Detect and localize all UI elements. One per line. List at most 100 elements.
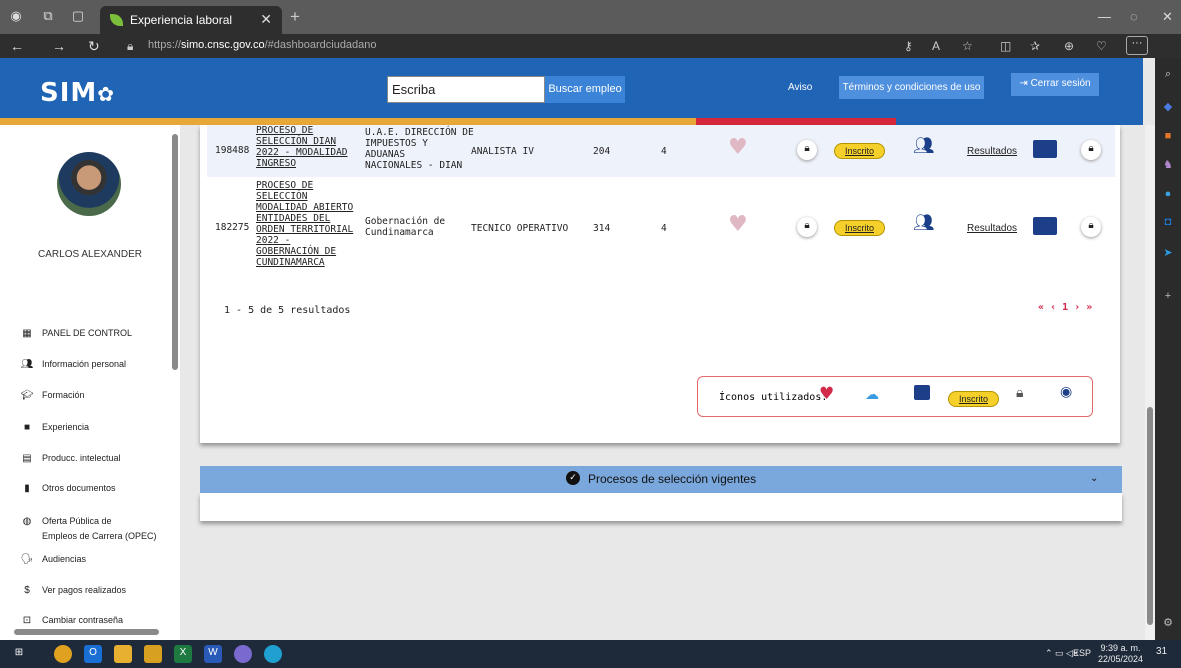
menu-item-produccion[interactable]: ▤ Producc. intelectual	[20, 453, 120, 469]
outlook-icon[interactable]: ◘	[1161, 216, 1175, 230]
send-icon[interactable]: ➤	[1161, 246, 1175, 260]
chrome-icon[interactable]	[54, 645, 72, 663]
reload-icon[interactable]: ↻	[88, 38, 100, 55]
icon-legend: Íconos utilizados: ♥ ☁ Inscrito 🔒︎ ◉	[697, 376, 1093, 417]
back-icon[interactable]: ←	[10, 38, 24, 54]
lock-icon[interactable]: 🔒︎	[1081, 140, 1101, 160]
notification-icon[interactable]: 31	[1156, 646, 1167, 657]
outlook-icon[interactable]: O	[84, 645, 102, 663]
minimize-icon[interactable]: —	[1098, 9, 1111, 24]
processes-accordion[interactable]: ✓ Procesos de selección vigentes ⌄	[200, 466, 1122, 493]
browser-tab[interactable]: Experiencia laboral ✕	[100, 6, 282, 34]
url-field[interactable]: https://simo.cnsc.gov.co/#dashboardciuda…	[148, 39, 377, 51]
games-icon[interactable]: ♞	[1161, 158, 1175, 172]
read-aloud-icon[interactable]: A	[932, 39, 940, 53]
chevron-down-icon[interactable]: ⌄	[1090, 473, 1098, 484]
heart-icon: ♥	[819, 384, 835, 404]
favorite-star-icon[interactable]: ☆	[962, 39, 973, 53]
first-page-button[interactable]: «	[1038, 302, 1044, 313]
people-icon[interactable]: 👥︎	[913, 213, 935, 233]
word-icon[interactable]: W	[204, 645, 222, 663]
extensions-icon[interactable]: ♡	[1096, 39, 1107, 53]
menu-item-dashboard[interactable]: ▦ PANEL DE CONTROL	[20, 328, 132, 344]
left-scrollbar[interactable]	[172, 134, 178, 370]
menu-item-opec[interactable]: ◍ Oferta Pública de Empleos de Carrera (OP…	[20, 514, 157, 541]
more-options-button[interactable]: ···	[1126, 36, 1148, 55]
menu-item-formacion[interactable]: 🎓︎ Formación	[20, 390, 85, 406]
color-stripe-orange	[0, 118, 696, 125]
legend-label: Íconos utilizados:	[719, 392, 828, 403]
app-icon[interactable]	[234, 645, 252, 663]
menu-item-personal-info[interactable]: 👥︎ Información personal	[20, 359, 126, 375]
toolbox-icon[interactable]: ■	[1161, 130, 1175, 144]
job-code: 314	[593, 223, 611, 234]
add-icon[interactable]: +	[1161, 290, 1175, 304]
menu-item-otros-documentos[interactable]: ▮ Otros documentos	[20, 483, 115, 499]
collections-icon[interactable]: ⊕	[1064, 39, 1074, 53]
status-badge[interactable]: Inscrito	[834, 220, 885, 236]
split-screen-icon[interactable]: ◫	[1000, 39, 1011, 53]
logout-button[interactable]: ⇥ Cerrar sesión	[1011, 73, 1099, 96]
globe-icon: ◍	[22, 516, 32, 527]
prev-page-button[interactable]: ‹	[1050, 302, 1056, 313]
clock[interactable]: 9:39 a. m. 22/05/2024	[1098, 643, 1143, 665]
lock-icon[interactable]: 🔒︎	[797, 140, 817, 160]
profile-icon[interactable]: ◉	[8, 8, 24, 24]
simo-logo[interactable]: SIM✿	[40, 78, 115, 108]
lock-icon[interactable]: 🔒︎	[1081, 217, 1101, 237]
document-icon: ▤	[22, 453, 32, 464]
menu-item-audiencias[interactable]: 🗣︎ Audiencias	[20, 554, 86, 570]
last-page-button[interactable]: »	[1086, 302, 1092, 313]
process-link[interactable]: PROCESO DE SELECCIÓN DIAN 2022 - MODALIDAD…	[256, 125, 348, 169]
search-icon[interactable]: ⌕	[1161, 68, 1175, 82]
favorites-icon[interactable]: ✰	[1030, 39, 1040, 53]
job-grade: 4	[661, 146, 667, 157]
edge-icon[interactable]	[264, 645, 282, 663]
table-row: 198488 PROCESO DE SELECCIÓN DIAN 2022 - MO…	[207, 125, 1115, 177]
language-indicator[interactable]: ESP	[1073, 648, 1091, 658]
tag-icon[interactable]: ◆	[1161, 100, 1175, 114]
page-number[interactable]: 1	[1062, 302, 1068, 313]
people-icon[interactable]: 👥︎	[913, 136, 935, 156]
lock-icon[interactable]: 🔒︎	[127, 39, 133, 54]
key-icon[interactable]: ⚷	[904, 39, 913, 53]
pagination: « ‹ 1 › »	[1038, 302, 1092, 313]
process-link[interactable]: PROCESO DE SELECCIÓN MODALIDAD ABIERTO ENTI…	[256, 180, 353, 268]
menu-item-pagos[interactable]: $ Ver pagos realizados	[20, 585, 126, 601]
tab-actions-icon[interactable]: ▢	[70, 8, 86, 24]
next-page-button[interactable]: ›	[1074, 302, 1080, 313]
results-link[interactable]: Resultados	[967, 146, 1017, 157]
heart-icon[interactable]: ♥	[728, 135, 748, 160]
search-jobs-button[interactable]: Buscar empleo	[545, 76, 625, 103]
new-tab-icon[interactable]: +	[290, 7, 300, 27]
processes-panel	[200, 493, 1122, 521]
close-tab-icon[interactable]: ✕	[260, 11, 272, 28]
lock-icon[interactable]: 🔒︎	[797, 217, 817, 237]
color-stripe-red	[696, 118, 896, 125]
briefcase-icon	[914, 385, 930, 400]
restore-icon[interactable]: ◌	[1130, 9, 1138, 24]
search-input[interactable]	[387, 76, 545, 103]
avatar	[57, 152, 121, 216]
windows-start-icon[interactable]: ⊞	[10, 645, 28, 663]
workspaces-icon[interactable]: ⧉	[40, 8, 56, 24]
status-badge[interactable]: Inscrito	[834, 143, 885, 159]
browser-sidebar: ⌕ ◆ ■ ♞ ● ◘ ➤ + ⚙	[1155, 58, 1181, 640]
heart-icon[interactable]: ♥	[728, 212, 748, 237]
briefcase-icon[interactable]	[1033, 217, 1057, 235]
settings-gear-icon[interactable]: ⚙	[1161, 616, 1175, 630]
cloud-upload-icon: ☁	[865, 387, 879, 403]
forward-icon[interactable]: →	[52, 38, 66, 54]
aviso-link[interactable]: Aviso	[788, 82, 812, 93]
excel-icon[interactable]: X	[174, 645, 192, 663]
file-explorer-icon[interactable]	[114, 645, 132, 663]
page-scrollbar[interactable]	[1145, 125, 1155, 640]
menu-item-experiencia[interactable]: ■ Experiencia	[20, 422, 89, 438]
left-horizontal-scrollbar[interactable]	[14, 629, 159, 635]
terms-button[interactable]: Términos y condiciones de uso	[839, 76, 984, 99]
app-icon[interactable]	[144, 645, 162, 663]
close-window-icon[interactable]: ✕	[1162, 9, 1173, 25]
results-link[interactable]: Resultados	[967, 223, 1017, 234]
copilot-icon[interactable]: ●	[1161, 188, 1175, 202]
briefcase-icon[interactable]	[1033, 140, 1057, 158]
